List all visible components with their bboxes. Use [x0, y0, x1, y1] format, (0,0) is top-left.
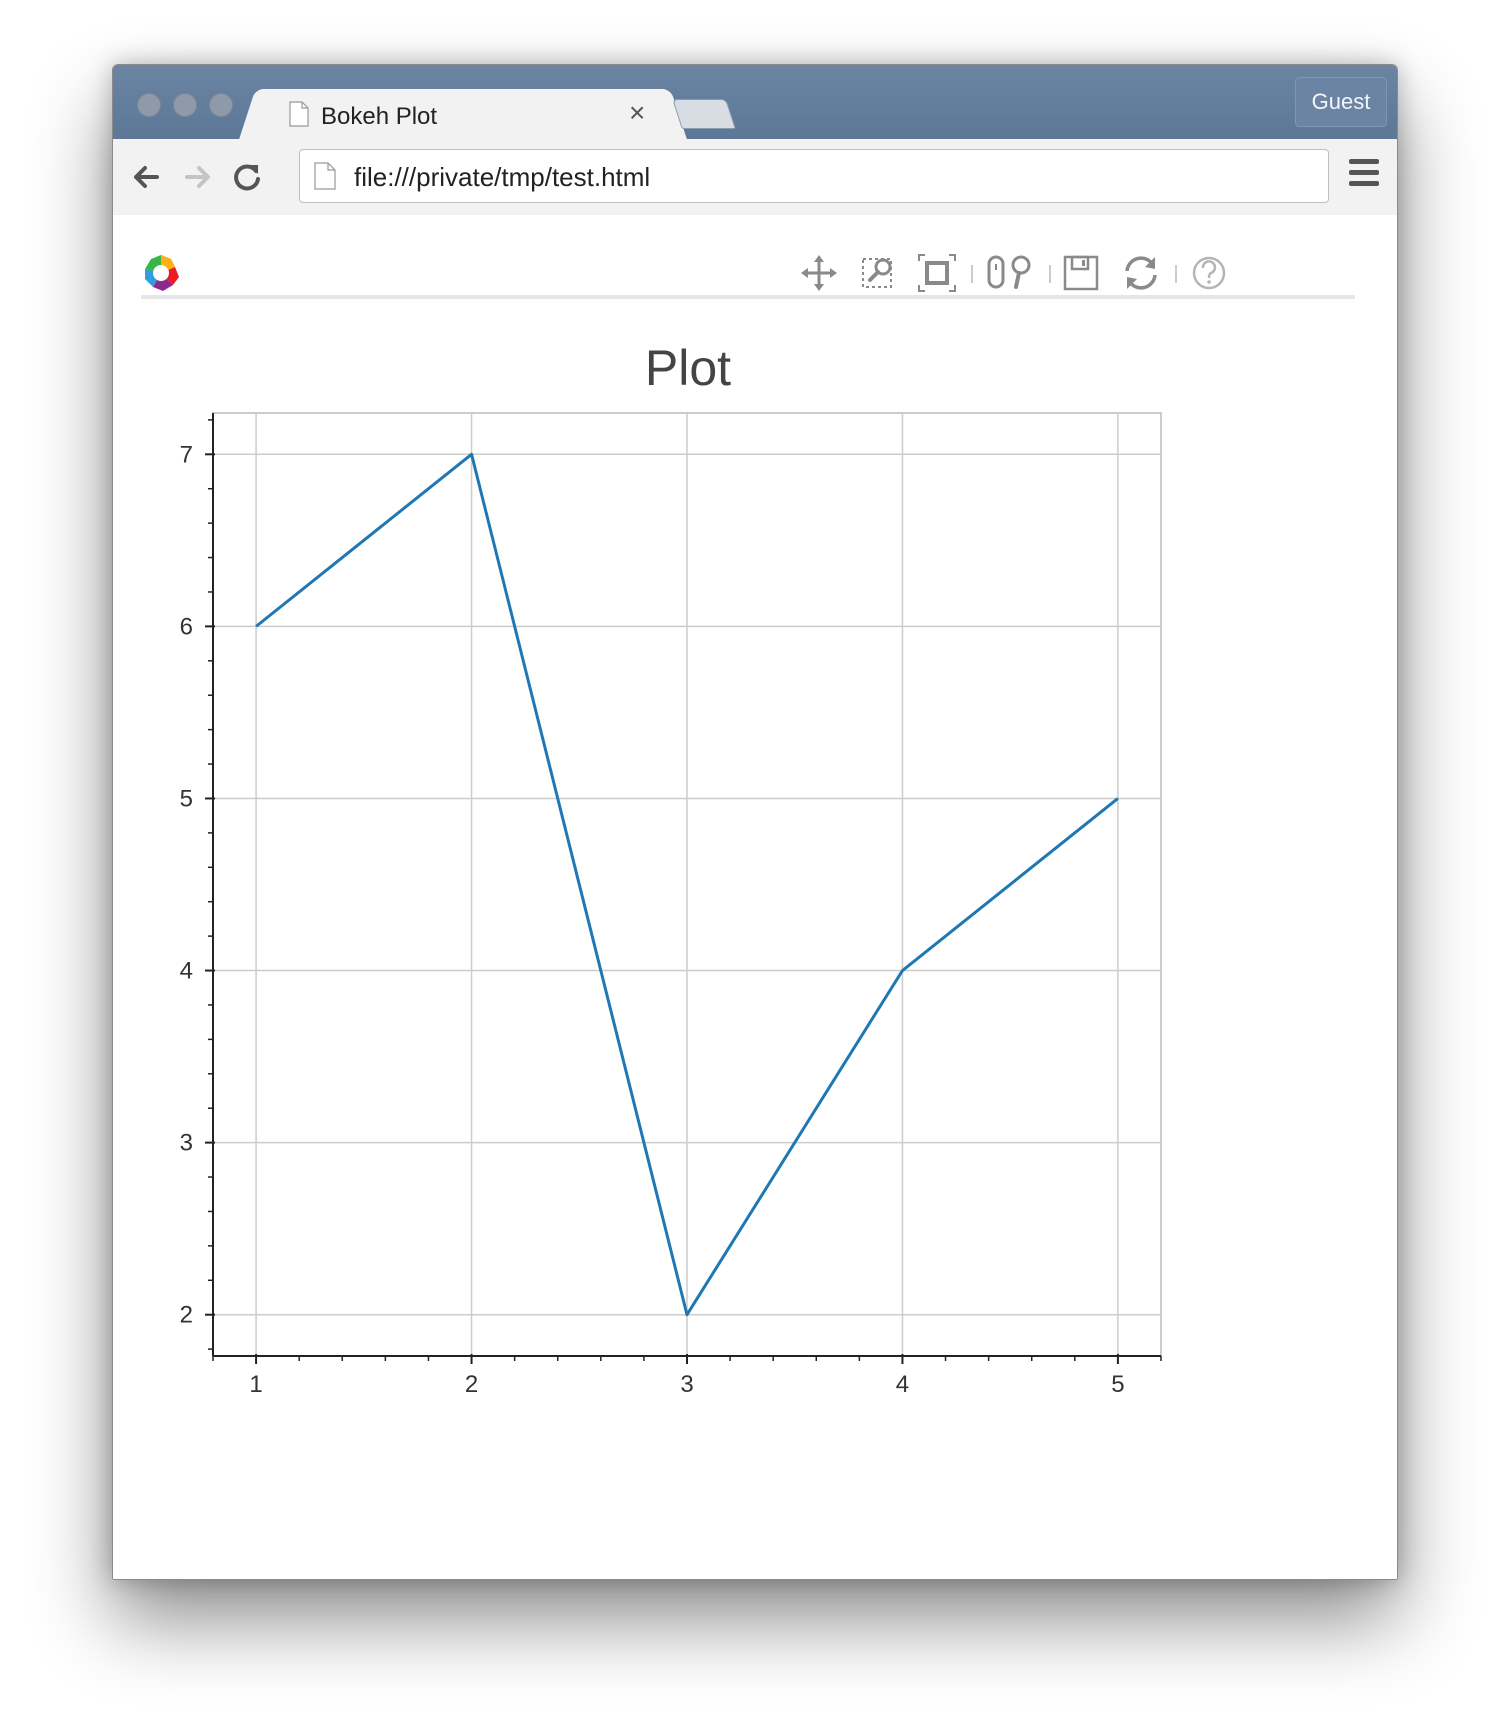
y-tick-label: 4 — [180, 958, 193, 985]
url-text: file:///private/tmp/test.html — [354, 162, 651, 192]
zoom-window-button[interactable] — [209, 93, 233, 117]
tab-title: Bokeh Plot — [321, 103, 438, 130]
x-tick-label: 4 — [896, 1371, 909, 1398]
tab-close-icon[interactable]: × — [629, 97, 645, 129]
browser-window: Bokeh Plot × Guest file:///private/tmp/t… — [112, 64, 1398, 1580]
browser-tab[interactable]: Bokeh Plot × — [263, 89, 663, 141]
browser-toolbar: file:///private/tmp/test.html — [113, 139, 1397, 216]
new-tab-button[interactable] — [672, 99, 736, 129]
forward-arrow-icon[interactable] — [177, 157, 217, 197]
page-content: Plot 1 2 3 4 5 2 3 4 5 6 7 — [113, 215, 1398, 1580]
y-tick-label: 3 — [180, 1130, 193, 1157]
grid-lines — [213, 413, 1161, 1356]
x-tick-label: 1 — [249, 1371, 262, 1398]
title-bar: Bokeh Plot × Guest — [113, 65, 1397, 141]
reload-icon[interactable] — [227, 157, 267, 197]
y-tick-label: 5 — [180, 785, 193, 812]
guest-profile-button[interactable]: Guest — [1295, 77, 1387, 127]
x-tick-label: 3 — [680, 1371, 693, 1398]
minimize-window-button[interactable] — [173, 93, 197, 117]
plot-title: Plot — [645, 340, 731, 396]
x-tick-label: 5 — [1111, 1371, 1124, 1398]
close-window-button[interactable] — [137, 93, 161, 117]
x-tick-label: 2 — [465, 1371, 478, 1398]
document-icon — [289, 101, 309, 127]
hamburger-menu-icon[interactable] — [1349, 159, 1379, 187]
line-plot[interactable]: Plot 1 2 3 4 5 2 3 4 5 6 7 — [113, 215, 1398, 1580]
y-tick-label: 6 — [180, 613, 193, 640]
back-arrow-icon[interactable] — [127, 157, 167, 197]
document-icon — [314, 162, 336, 190]
address-bar[interactable]: file:///private/tmp/test.html — [299, 149, 1329, 203]
y-tick-label: 2 — [180, 1302, 193, 1329]
y-tick-label: 7 — [180, 441, 193, 468]
